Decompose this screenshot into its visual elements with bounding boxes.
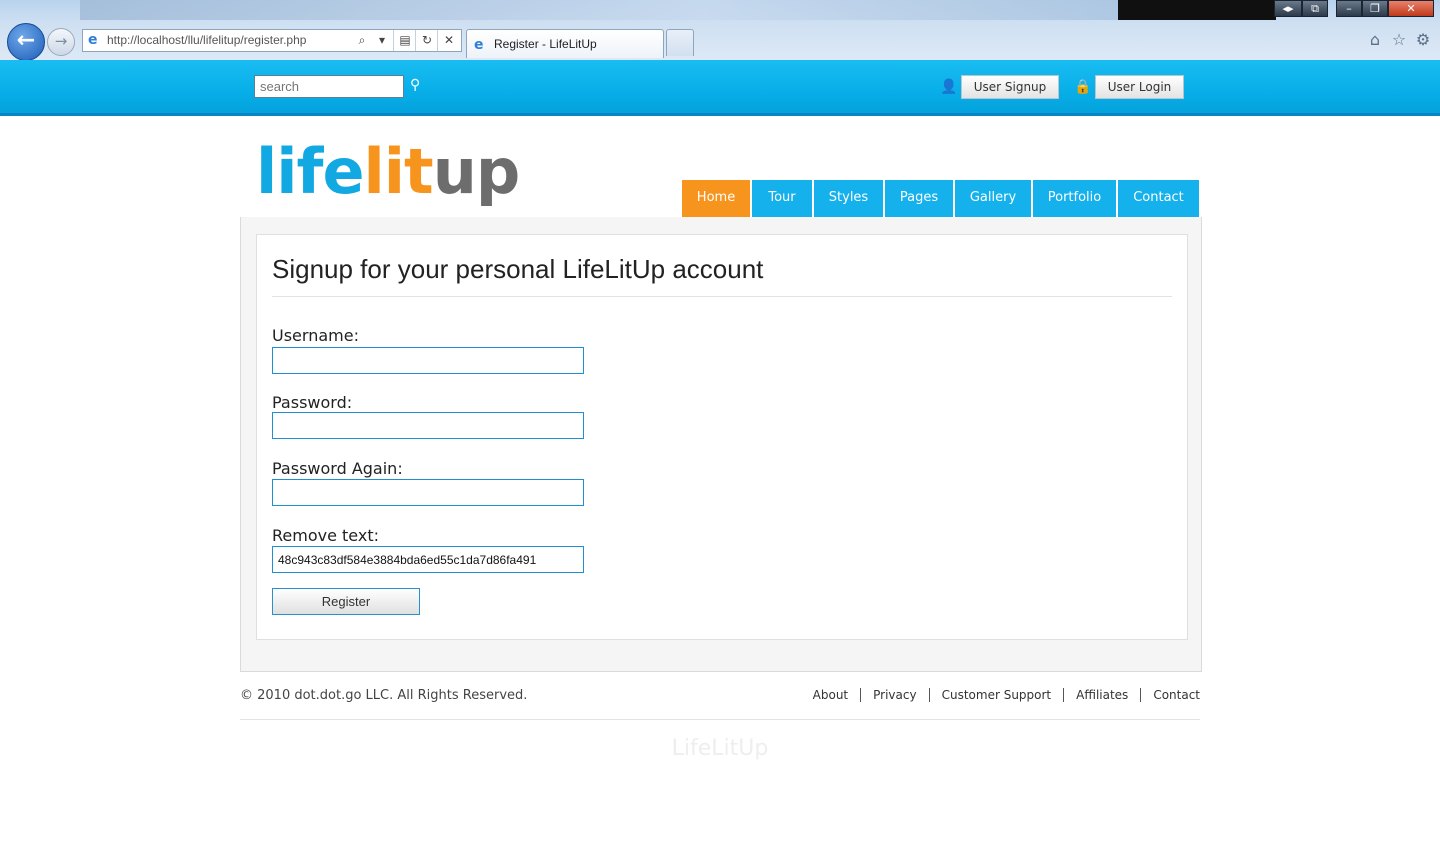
page-title: Signup for your personal LifeLitUp accou… [272, 254, 764, 284]
register-button[interactable]: Register [272, 588, 420, 615]
forward-arrow-icon[interactable]: → [47, 28, 75, 56]
password-again-field[interactable] [272, 479, 584, 506]
logo-part-lit: lit [363, 135, 434, 208]
password-label: Password: [272, 393, 353, 412]
footer-link-privacy[interactable]: Privacy [860, 688, 928, 702]
gear-icon[interactable]: ⚙ [1414, 31, 1432, 49]
new-tab-button[interactable] [666, 29, 694, 56]
search-input[interactable] [254, 75, 404, 98]
footer-watermark: LifeLitUp [671, 736, 769, 761]
window-titlebar [80, 0, 1120, 20]
footer-divider [240, 719, 1200, 720]
dropdown-icon[interactable]: ▾ [371, 30, 393, 51]
footer-links: About Privacy Customer Support Affiliate… [801, 688, 1200, 702]
username-label: Username: [272, 326, 359, 345]
password-field[interactable] [272, 412, 584, 439]
site-logo[interactable]: lifelitup [256, 132, 521, 212]
heading-divider [272, 296, 1172, 297]
password-again-label: Password Again: [272, 459, 403, 478]
home-icon[interactable]: ⌂ [1366, 31, 1384, 49]
nav-item-home[interactable]: Home [682, 180, 750, 217]
maximize-button[interactable]: ❐ [1362, 0, 1388, 17]
nav-item-portfolio[interactable]: Portfolio [1033, 180, 1116, 217]
search-icon[interactable]: ⌕ [351, 30, 373, 51]
nav-item-pages[interactable]: Pages [885, 180, 953, 217]
window-close-button[interactable]: ✕ [1388, 0, 1434, 17]
user-signup-button[interactable]: User Signup [961, 75, 1059, 99]
nav-item-contact[interactable]: Contact [1118, 180, 1199, 217]
refresh-icon[interactable]: ↻ [415, 30, 438, 51]
footer-link-customer-support[interactable]: Customer Support [928, 688, 1064, 702]
copyright: © 2010 dot.dot.go LLC. All Rights Reserv… [240, 688, 528, 703]
ie-icon: e [474, 37, 484, 53]
minimize-button[interactable]: – [1336, 0, 1362, 17]
logo-part-up: up [432, 135, 521, 208]
nav-item-styles[interactable]: Styles [814, 180, 883, 217]
snap-icon[interactable]: ⧉ [1302, 0, 1328, 17]
remove-text-label: Remove text: [272, 526, 379, 545]
user-icon: 👤 [940, 79, 958, 95]
site-top-bar: ⚲ 👤 User Signup 🔒 User Login [0, 60, 1440, 116]
ie-icon: e [88, 32, 98, 48]
remove-text-field[interactable] [272, 546, 584, 573]
footer-link-about[interactable]: About [801, 688, 860, 702]
footer-link-affiliates[interactable]: Affiliates [1063, 688, 1140, 702]
address-url[interactable]: http://localhost/llu/lifelitup/register.… [107, 33, 306, 47]
taskbar-strip [1118, 0, 1276, 20]
aero-peek-icon[interactable]: ◂▸ [1274, 0, 1302, 17]
footer-link-contact[interactable]: Contact [1140, 688, 1200, 702]
address-bar[interactable]: e http://localhost/llu/lifelitup/registe… [82, 29, 462, 52]
logo-part-life: life [256, 135, 365, 208]
compat-icon[interactable]: ▤ [393, 30, 416, 51]
browser-tab[interactable]: e Register - LifeLitUp [466, 29, 664, 58]
back-arrow-icon[interactable]: ← [7, 23, 45, 61]
star-icon[interactable]: ☆ [1390, 31, 1408, 49]
tab-title: Register - LifeLitUp [494, 37, 597, 51]
nav-item-tour[interactable]: Tour [752, 180, 812, 217]
main-nav: Home Tour Styles Pages Gallery Portfolio… [682, 180, 1199, 217]
close-icon[interactable]: ✕ [437, 30, 460, 51]
browser-chrome: ◂▸ ⧉ – ❐ ✕ ← → e http://localhost/llu/li… [0, 0, 1440, 61]
username-field[interactable] [272, 347, 584, 374]
lock-icon: 🔒 [1074, 79, 1092, 95]
user-login-button[interactable]: User Login [1095, 75, 1184, 99]
search-icon[interactable]: ⚲ [410, 78, 424, 92]
nav-item-gallery[interactable]: Gallery [955, 180, 1031, 217]
